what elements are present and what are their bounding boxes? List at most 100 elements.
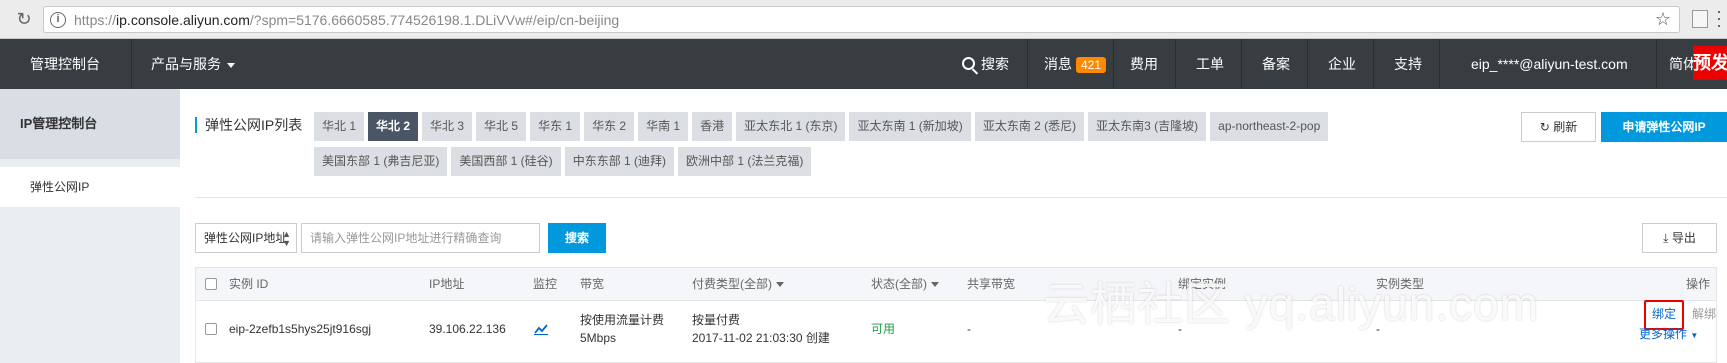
region-tab[interactable]: 华东 1 [530, 112, 581, 141]
products-label: 产品与服务 [151, 56, 221, 72]
region-tab[interactable]: 香港 [692, 112, 733, 141]
export-button[interactable]: ⤓ 导出 [1642, 223, 1717, 253]
console-home-link[interactable]: 管理控制台 [16, 39, 132, 89]
region-tab[interactable]: 华北 3 [422, 112, 473, 141]
region-tab[interactable]: 华南 1 [638, 112, 689, 141]
col-instance-type: 实例类型 [1376, 277, 1425, 291]
row-instance-id[interactable]: eip-2zefb1s5hys25jt916sgj [229, 320, 371, 338]
browser-toolbar: ↻ i https://ip.console.aliyun.com/?spm=5… [0, 0, 1727, 39]
tickets-label: 工单 [1196, 56, 1224, 72]
divider [195, 197, 1727, 198]
col-actions: 操作 [1686, 277, 1711, 291]
sidebar-item-eip[interactable]: 弹性公网IP [0, 167, 180, 207]
chevron-down-icon [776, 282, 784, 288]
enterprise-link[interactable]: 企业 [1314, 39, 1374, 89]
message-count-badge: 421 [1076, 57, 1107, 74]
row-bound-instance: - [1178, 322, 1182, 336]
enterprise-label: 企业 [1328, 56, 1356, 72]
account-label: eip_****@aliyun-test.com [1471, 56, 1628, 72]
col-ip: IP地址 [429, 277, 465, 291]
col-billing-filter[interactable]: 付费类型(全部) [692, 268, 784, 301]
col-bandwidth: 带宽 [580, 277, 605, 291]
export-label: 导出 [1671, 231, 1696, 245]
row-created-time: 2017-11-02 21:03:30 创建 [692, 331, 830, 345]
url-rest: /?spm=5176.6660585.774526198.1.DLiVVw#/e… [249, 12, 620, 28]
region-tab[interactable]: 欧洲中部 1 (法兰克福) [678, 147, 812, 176]
eip-table: 实例 ID IP地址 监控 带宽 付费类型(全部) 状态(全部) 共享带宽 绑定… [195, 267, 1717, 363]
filing-link[interactable]: 备案 [1248, 39, 1308, 89]
tickets-link[interactable]: 工单 [1182, 39, 1242, 89]
region-tab[interactable]: 亚太东南 1 (新加坡) [849, 112, 971, 141]
chevron-down-icon [931, 282, 939, 288]
sidebar: IP管理控制台 弹性公网IP [0, 89, 180, 363]
console-label: 管理控制台 [30, 56, 100, 72]
region-tabs: 华北 1 华北 2 华北 3 华北 5 华东 1 华东 2 华南 1 香港 亚太… [314, 112, 1334, 182]
row-billing-type: 按量付费 [692, 313, 741, 327]
filing-label: 备案 [1262, 56, 1290, 72]
unbind-link[interactable]: 解绑 [1692, 305, 1716, 323]
main-content: 弹性公网IP列表 华北 1 华北 2 华北 3 华北 5 华东 1 华东 2 华… [180, 89, 1727, 363]
refresh-icon: ↻ [1539, 120, 1554, 134]
row-ip: 39.106.22.136 [429, 322, 506, 336]
filter-type-select[interactable]: 弹性公网IP地址 ▲ ▼ [195, 223, 297, 253]
chevron-down-icon [227, 62, 235, 68]
region-tab[interactable]: 美国东部 1 (弗吉尼亚) [314, 147, 448, 176]
select-all-checkbox[interactable] [205, 278, 217, 290]
more-actions-label: 更多操作 [1639, 327, 1688, 341]
row-shared-bw: - [967, 322, 971, 336]
messages-link[interactable]: 消息 421 [1030, 39, 1114, 89]
region-tab[interactable]: 亚太东南 2 (悉尼) [974, 112, 1085, 141]
extension-icon[interactable] [1692, 10, 1708, 28]
col-instance-id: 实例 ID [229, 277, 269, 291]
support-link[interactable]: 支持 [1380, 39, 1440, 89]
row-status: 可用 [871, 322, 896, 336]
filter-type-label: 弹性公网IP地址 [204, 231, 288, 245]
monitor-chart-icon[interactable] [534, 323, 548, 335]
account-menu[interactable]: eip_****@aliyun-test.com [1457, 39, 1657, 89]
chevron-down-icon: ▼ [1690, 331, 1699, 340]
preview-tag: 预发 [1693, 46, 1727, 80]
url-text: https://ip.console.aliyun.com/?spm=5176.… [74, 12, 619, 28]
search-label: 搜索 [981, 56, 1009, 72]
url-prefix: https:// [74, 12, 117, 28]
apply-eip-button[interactable]: 申请弹性公网IP [1601, 112, 1727, 142]
billing-link[interactable]: 费用 [1116, 39, 1176, 89]
search-button[interactable]: 搜索 [548, 223, 606, 253]
refresh-label: 刷新 [1553, 120, 1578, 134]
more-actions-link[interactable]: 更多操作 ▼ [1639, 325, 1698, 345]
region-tab-active[interactable]: 华北 2 [368, 112, 419, 141]
col-monitor: 监控 [533, 277, 558, 291]
address-bar[interactable]: i https://ip.console.aliyun.com/?spm=517… [43, 6, 1680, 33]
products-menu[interactable]: 产品与服务 [137, 39, 243, 89]
info-icon[interactable]: i [50, 12, 66, 28]
region-tab[interactable]: 华东 2 [584, 112, 635, 141]
reload-icon[interactable]: ↻ [14, 9, 34, 29]
col-status-filter[interactable]: 状态(全部) [871, 268, 939, 301]
row-instance-type: - [1376, 322, 1380, 336]
refresh-button[interactable]: ↻ 刷新 [1521, 112, 1596, 142]
search-icon [962, 56, 975, 70]
browser-menu-icon[interactable]: · · · [1716, 2, 1722, 34]
row-checkbox[interactable] [205, 323, 217, 335]
region-tab[interactable]: 中东东部 1 (迪拜) [564, 147, 675, 176]
region-tab[interactable]: 华北 1 [314, 112, 365, 141]
table-header: 实例 ID IP地址 监控 带宽 付费类型(全部) 状态(全部) 共享带宽 绑定… [196, 268, 1716, 301]
top-navigation: 管理控制台 产品与服务 搜索 消息 421 费用 工单 备案 企业 支持 eip_… [0, 39, 1727, 89]
row-bandwidth-value: 5Mbps [580, 331, 617, 345]
region-tab[interactable]: 亚太东南3 (吉隆坡) [1088, 112, 1207, 141]
region-tab[interactable]: 华北 5 [476, 112, 527, 141]
region-tab[interactable]: ap-northeast-2-pop [1210, 112, 1329, 141]
region-tab[interactable]: 亚太东北 1 (东京) [736, 112, 846, 141]
page-title: 弹性公网IP列表 [195, 117, 302, 133]
bind-link[interactable]: 绑定 [1652, 305, 1676, 323]
row-bandwidth-type: 按使用流量计费 [580, 313, 665, 327]
col-billing-label: 付费类型(全部) [692, 277, 772, 291]
url-host: ip.console.aliyun.com [116, 12, 250, 28]
search-input[interactable]: 请输入弹性公网IP地址进行精确查询 [301, 223, 540, 253]
select-arrows-icon: ▲ ▼ [282, 229, 291, 248]
support-label: 支持 [1394, 56, 1422, 72]
billing-label: 费用 [1130, 56, 1158, 72]
bookmark-star-icon[interactable]: ☆ [1655, 9, 1671, 30]
region-tab[interactable]: 美国西部 1 (硅谷) [451, 147, 561, 176]
search-link[interactable]: 搜索 [948, 39, 1028, 89]
